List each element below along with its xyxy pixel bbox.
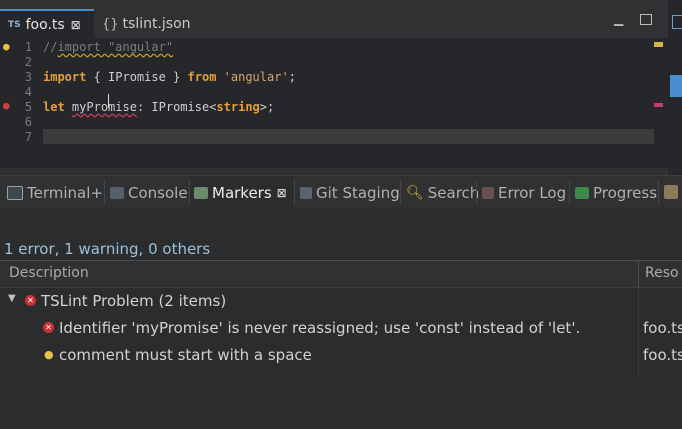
git-icon <box>300 186 312 199</box>
lightbulb-icon: ● <box>44 348 54 361</box>
code-text: ; <box>288 70 296 84</box>
error-ruler-marker[interactable] <box>654 103 663 107</box>
error-icon: ✕ <box>25 295 36 306</box>
overview-ruler-marker[interactable] <box>670 75 682 97</box>
table-row[interactable]: ✕ Identifier 'myPromise' is never reassi… <box>0 316 682 343</box>
tab-tslint-json[interactable]: {} tslint.json <box>94 10 196 38</box>
group-label: TSLint Problem (2 items) <box>41 292 227 310</box>
keyword: string <box>216 100 260 114</box>
editor-tab-bar: TS foo.ts ⊠ {} tslint.json ▁ <box>0 0 682 38</box>
code-line-1: //import "angular" <box>43 40 173 54</box>
tab-label: Error Log <box>498 183 567 202</box>
warning-ruler-marker[interactable] <box>654 42 663 47</box>
string-literal: 'angular' <box>223 70 289 84</box>
tab-label: Git Staging <box>316 183 400 202</box>
tab-search[interactable]: 🔍︎ Search <box>402 176 483 209</box>
expand-arrow-icon[interactable]: ▼ <box>8 293 16 304</box>
minimize-icon[interactable]: ▁ <box>614 13 626 25</box>
comment-text: import "angular" <box>57 40 174 54</box>
tab-label: Markers <box>212 183 272 202</box>
code-line-5: let myPromise: IPromise<string>; <box>43 100 274 114</box>
comment-prefix: // <box>43 40 58 54</box>
code-text: { IPromise } <box>86 70 188 84</box>
code-line-3: import { IPromise } from 'angular'; <box>43 70 296 84</box>
table-header: Description Reso <box>0 260 682 288</box>
markers-summary: 1 error, 1 warning, 0 others <box>4 240 211 258</box>
keyword: let <box>43 100 65 114</box>
tab-label: foo.ts <box>25 16 65 33</box>
line-number: 7 <box>24 130 32 144</box>
line-number: 3 <box>24 70 32 84</box>
markers-view: 1 error, 1 warning, 0 others Description… <box>0 208 682 429</box>
table-row-group[interactable]: ▼ ✕ TSLint Problem (2 items) <box>0 289 682 316</box>
tab-label: Terminal+ <box>27 183 103 202</box>
side-toolbar <box>668 0 682 175</box>
text-cursor <box>108 94 109 108</box>
tab-foo-ts[interactable]: TS foo.ts ⊠ <box>0 9 94 38</box>
table-row[interactable]: ● comment must start with a space foo.ts <box>0 343 682 370</box>
lightbulb-icon[interactable]: ● <box>3 41 14 53</box>
json-icon: {} <box>102 16 119 32</box>
line-number: 4 <box>24 85 32 99</box>
outline-icon[interactable] <box>672 15 682 29</box>
keyword: from <box>187 70 217 84</box>
line-number: 5 <box>24 100 32 114</box>
tab-label: tslint.json <box>122 16 191 32</box>
tab-markers[interactable]: Markers ⊠ <box>190 176 293 209</box>
progress-icon <box>575 186 589 199</box>
marker-description: Identifier 'myPromise' is never reassign… <box>59 319 581 337</box>
maximize-icon[interactable] <box>640 14 652 25</box>
marker-resource: foo.ts <box>643 319 682 337</box>
view-menu-icon[interactable] <box>664 185 678 199</box>
column-description[interactable]: Description <box>9 265 89 281</box>
line-number: 2 <box>24 55 32 69</box>
tab-terminal[interactable]: Terminal+ <box>3 176 107 209</box>
markers-icon <box>194 186 208 199</box>
error-icon: ✕ <box>43 322 54 333</box>
search-icon: 🔍︎ <box>406 184 424 201</box>
error-marker-icon[interactable]: ● <box>3 100 14 112</box>
column-resource[interactable]: Reso <box>645 265 679 281</box>
tab-label: Console <box>128 183 188 202</box>
error-log-icon <box>482 186 494 199</box>
line-number: 6 <box>24 115 32 129</box>
code-text: >; <box>259 100 275 114</box>
view-tab-bar: Terminal+ Console Markers ⊠ Git Staging … <box>0 175 682 209</box>
tab-progress[interactable]: Progress <box>571 176 661 209</box>
keyword: import <box>43 70 87 84</box>
tab-error-log[interactable]: Error Log <box>478 176 570 209</box>
terminal-icon <box>7 185 23 200</box>
tab-console[interactable]: Console <box>106 176 192 209</box>
tab-label: Search <box>427 183 480 202</box>
code-text: : IPromise< <box>136 100 217 114</box>
line-number: 1 <box>24 40 32 54</box>
close-icon[interactable]: ⊠ <box>277 186 287 200</box>
marker-description: comment must start with a space <box>59 346 312 364</box>
close-icon[interactable]: ⊠ <box>71 18 81 32</box>
marker-resource: foo.ts <box>643 346 682 364</box>
current-line-highlight <box>43 129 654 144</box>
typescript-icon: TS <box>8 19 21 30</box>
tab-label: Progress <box>593 183 658 202</box>
code-editor[interactable]: ● ● 1 2 3 4 5 6 7 //import "angular" imp… <box>0 38 668 168</box>
console-icon <box>110 186 124 199</box>
tab-git-staging[interactable]: Git Staging <box>296 176 404 209</box>
variable-name: myPromise <box>71 100 137 114</box>
